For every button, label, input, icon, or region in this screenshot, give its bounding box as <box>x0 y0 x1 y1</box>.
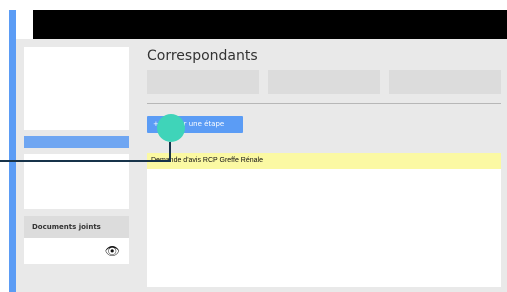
page-title: Correspondants <box>147 48 258 64</box>
cursor-pointer-line <box>169 142 171 161</box>
separator <box>147 103 501 104</box>
step-row[interactable]: Demande d'avis RCP Greffe Rénale <box>147 153 501 169</box>
correspondant-field-1[interactable] <box>147 70 259 94</box>
correspondant-field-3[interactable] <box>389 70 501 94</box>
cursor-highlight <box>157 114 185 142</box>
sidebar-selected-item[interactable] <box>24 136 129 148</box>
documents-panel: 👁 <box>24 238 129 264</box>
eye-icon[interactable]: 👁 <box>105 245 120 257</box>
top-header-bar <box>33 10 507 39</box>
documents-header: Documents joints <box>24 216 129 238</box>
left-accent-bar <box>9 10 16 292</box>
correspondant-field-2[interactable] <box>268 70 380 94</box>
cursor-guide-line <box>0 160 171 162</box>
sidebar-panel-top <box>24 47 129 130</box>
sidebar-panel-middle <box>24 154 129 209</box>
steps-panel <box>147 153 501 287</box>
